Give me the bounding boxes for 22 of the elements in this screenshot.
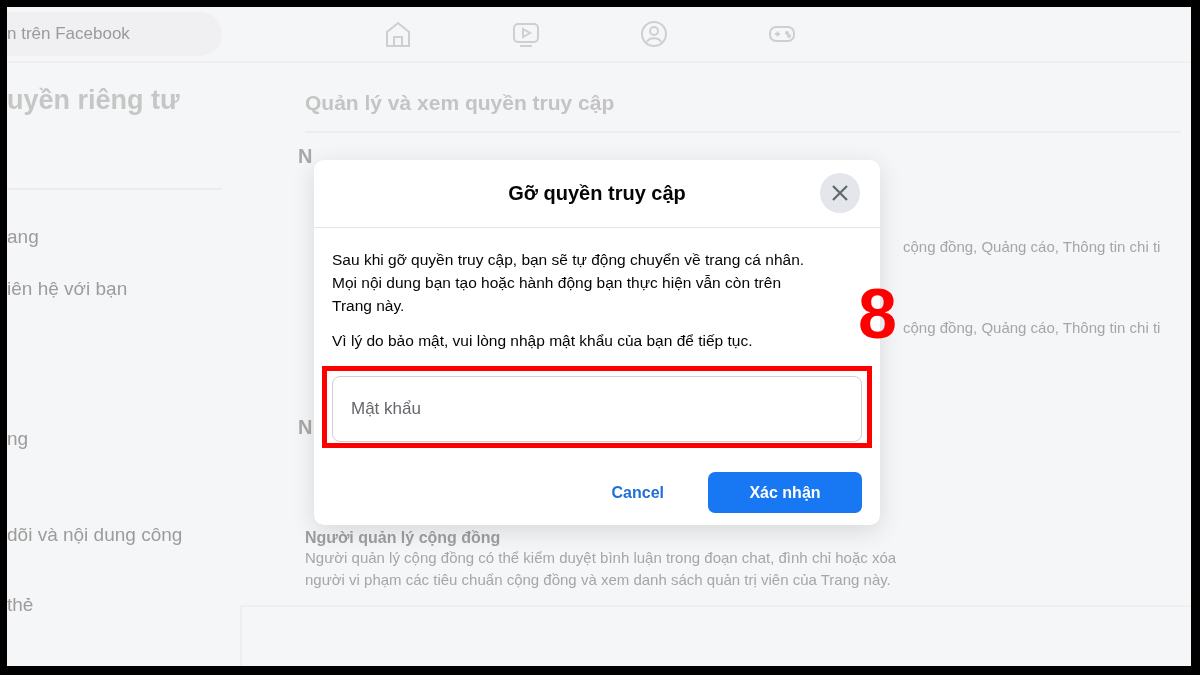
- moderator-title: Người quản lý cộng đồng: [305, 529, 502, 547]
- step-number: 8: [858, 279, 897, 349]
- section-heading: N: [298, 416, 313, 439]
- cancel-button[interactable]: Cancel: [607, 475, 668, 510]
- password-field[interactable]: Mật khẩu: [332, 376, 862, 442]
- people-icon[interactable]: [638, 18, 670, 50]
- row-description: cộng đồng, Quảng cáo, Thông tin chi ti: [903, 238, 1162, 255]
- sidebar-item[interactable]: thẻ: [7, 594, 222, 616]
- search-field[interactable]: n trên Facebook: [7, 12, 222, 56]
- sidebar-item[interactable]: dõi và nội dung công: [7, 524, 222, 546]
- dialog-message: Sau khi gỡ quyền truy cập, bạn sẽ tự động chuyển về trang cá nhân. Mọi nội dung bạn tạo hoặc hành động bạn thực hiện vẫn còn trên Trang này.: [332, 250, 805, 316]
- dialog-title: Gỡ quyền truy cập: [508, 182, 686, 205]
- moderator-description: Người quản lý cộng đồng có thể kiểm duyệt bình luận trong đoạn chat, đình chỉ hoặc xóa người vi phạm các tiêu chuẩn cộng đồng và xem danh sách quản trị viên của Trang này.: [305, 548, 898, 590]
- close-icon: [831, 184, 849, 202]
- sidebar-item[interactable]: ang: [7, 226, 222, 248]
- sidebar-item[interactable]: iên hệ với bạn: [7, 278, 222, 300]
- confirm-button[interactable]: Xác nhận: [708, 472, 862, 513]
- dialog-prompt: Vì lý do bảo mật, vui lòng nhập mật khẩu của bạn để tiếp tục.: [332, 331, 754, 351]
- sidebar-item[interactable]: ng: [7, 428, 222, 450]
- row-description: cộng đồng, Quảng cáo, Thông tin chi ti: [903, 319, 1162, 336]
- section-heading: N: [298, 145, 313, 168]
- close-button[interactable]: [820, 173, 860, 213]
